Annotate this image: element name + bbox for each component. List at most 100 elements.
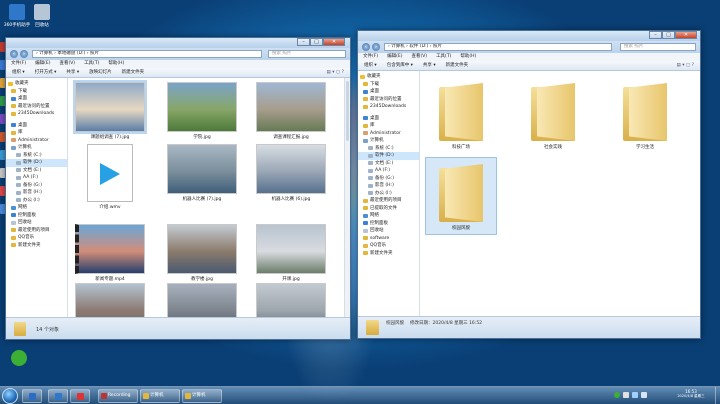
close-button[interactable]: ✕: [323, 38, 345, 46]
image-file[interactable]: 机器人比赛 (6).jpg: [256, 144, 326, 202]
command-button[interactable]: 组织 ▾: [364, 61, 377, 70]
nav-item[interactable]: 控制面板: [358, 220, 419, 228]
image-file[interactable]: 课题组调查 (7).jpg: [73, 80, 147, 140]
nav-item[interactable]: 库: [358, 122, 419, 130]
nav-item[interactable]: 备份 (G:): [6, 182, 67, 190]
search-input[interactable]: 搜索 照片: [620, 43, 696, 51]
nav-item[interactable]: 网络: [358, 212, 419, 220]
command-button[interactable]: 打开方式 ▾: [35, 68, 57, 77]
nav-item[interactable]: 桌面: [6, 95, 67, 103]
menu-item[interactable]: 编辑(E): [35, 60, 50, 68]
view-options-icon[interactable]: ▤ ▾ ▢ ?: [677, 61, 694, 70]
taskbar-button[interactable]: 计算机: [140, 389, 180, 403]
menu-item[interactable]: 编辑(E): [387, 53, 402, 61]
nav-item[interactable]: 影音 (H:): [6, 189, 67, 197]
folder-item[interactable]: 校园风貌: [425, 157, 497, 235]
tray-network-icon[interactable]: [632, 392, 638, 398]
back-button[interactable]: ‹: [362, 43, 370, 51]
image-file[interactable]: [167, 283, 237, 317]
folder-item[interactable]: 社会实践: [517, 77, 589, 155]
nav-item[interactable]: 新建文件夹: [358, 250, 419, 258]
tray-flag-icon[interactable]: [623, 392, 629, 398]
image-file[interactable]: 学院.jpg: [167, 82, 237, 140]
nav-item[interactable]: 文档 (E:): [358, 160, 419, 168]
command-button[interactable]: 共享 ▾: [66, 68, 79, 77]
menu-item[interactable]: 帮助(H): [108, 60, 124, 68]
titlebar[interactable]: – □ ✕: [6, 38, 350, 48]
nav-item[interactable]: 回收站: [6, 219, 67, 227]
view-options-icon[interactable]: ▤ ▾ ▢ ?: [327, 68, 344, 77]
taskbar-button[interactable]: Recording: [98, 389, 138, 403]
taskbar-button[interactable]: [70, 389, 90, 403]
nav-item[interactable]: AA (F:): [358, 167, 419, 175]
nav-item[interactable]: 软件 (D:): [358, 152, 419, 160]
explorer-window-right[interactable]: – □ ✕ ‹ › › 计算机 › 软件 (D:) › 照片 搜索 照片 文件(…: [357, 30, 701, 339]
nav-item[interactable]: Administrator: [6, 137, 67, 145]
minimize-button[interactable]: –: [297, 38, 310, 46]
image-file[interactable]: 开课.jpg: [256, 224, 326, 282]
command-button[interactable]: 共享 ▾: [423, 61, 436, 70]
image-file[interactable]: 调查课程汇报.jpg: [256, 82, 326, 140]
menu-item[interactable]: 文件(F): [11, 60, 26, 68]
start-button[interactable]: [2, 388, 18, 404]
nav-item[interactable]: QQ音乐: [6, 234, 67, 242]
taskbar-button[interactable]: [22, 389, 42, 403]
forward-button[interactable]: ›: [20, 50, 28, 58]
nav-item[interactable]: 库: [6, 129, 67, 137]
menu-item[interactable]: 文件(F): [363, 53, 378, 61]
back-button[interactable]: ‹: [10, 50, 18, 58]
forward-button[interactable]: ›: [372, 43, 380, 51]
command-button[interactable]: 放映幻灯片: [89, 68, 112, 77]
nav-item[interactable]: 桌面: [6, 122, 67, 130]
tray-wechat-icon[interactable]: [614, 392, 620, 398]
address-bar[interactable]: › 计算机 › 本地磁盘 (D:) › 照片: [32, 50, 262, 58]
nav-item[interactable]: 系统 (C:): [6, 152, 67, 160]
vertical-scrollbar[interactable]: [344, 78, 350, 317]
folder-item[interactable]: 学习生活: [609, 77, 681, 155]
maximize-button[interactable]: □: [662, 31, 675, 39]
nav-item[interactable]: 计算机: [358, 137, 419, 145]
menu-item[interactable]: 查看(V): [411, 53, 427, 61]
command-button[interactable]: 组织 ▾: [12, 68, 25, 77]
nav-item[interactable]: 下载: [6, 88, 67, 96]
nav-item[interactable]: 最近访问的位置: [6, 103, 67, 111]
nav-item[interactable]: 办公 (I:): [6, 197, 67, 205]
menu-item[interactable]: 查看(V): [59, 60, 75, 68]
minimize-button[interactable]: –: [649, 31, 662, 39]
nav-item[interactable]: 网络: [6, 204, 67, 212]
clock[interactable]: 16:53 2020/4/8 星期三: [670, 389, 712, 399]
close-button[interactable]: ✕: [675, 31, 697, 39]
image-file[interactable]: 教学楼.jpg: [167, 224, 237, 282]
nav-item[interactable]: 桌面: [358, 115, 419, 123]
taskbar-button[interactable]: [48, 389, 68, 403]
image-file[interactable]: [256, 283, 326, 317]
nav-item[interactable]: 下载: [358, 81, 419, 89]
menu-item[interactable]: 工具(T): [436, 53, 451, 61]
nav-item[interactable]: 2345Downloads: [6, 110, 67, 118]
tray-volume-icon[interactable]: [641, 392, 647, 398]
menu-item[interactable]: 工具(T): [84, 60, 99, 68]
nav-item[interactable]: 2345Downloads: [358, 103, 419, 111]
nav-item[interactable]: 收藏夹: [6, 80, 67, 88]
nav-item[interactable]: 系统 (C:): [358, 145, 419, 153]
nav-item[interactable]: 最近使用的项目: [358, 197, 419, 205]
titlebar[interactable]: – □ ✕: [358, 31, 700, 41]
taskbar-button[interactable]: 计算机: [182, 389, 222, 403]
image-file[interactable]: [75, 283, 145, 317]
explorer-window-left[interactable]: – □ ✕ ‹ › › 计算机 › 本地磁盘 (D:) › 照片 搜索 照片 文…: [5, 37, 351, 340]
nav-item[interactable]: 备份 (G:): [358, 175, 419, 183]
nav-item[interactable]: 桌面: [358, 88, 419, 96]
maximize-button[interactable]: □: [310, 38, 323, 46]
command-button[interactable]: 新建文件夹: [446, 61, 469, 70]
nav-item[interactable]: software: [358, 235, 419, 243]
address-bar[interactable]: › 计算机 › 软件 (D:) › 照片: [384, 43, 612, 51]
nav-item[interactable]: Administrator: [358, 130, 419, 138]
nav-item[interactable]: 文档 (E:): [6, 167, 67, 175]
video-file[interactable]: 介绍.wmv: [75, 144, 145, 210]
show-desktop-button[interactable]: [715, 387, 720, 404]
menu-item[interactable]: 帮助(H): [460, 53, 476, 61]
search-input[interactable]: 搜索 照片: [268, 50, 346, 58]
nav-item[interactable]: 办公 (I:): [358, 190, 419, 198]
nav-item[interactable]: 已提取的文件: [358, 205, 419, 213]
nav-item[interactable]: 计算机: [6, 144, 67, 152]
